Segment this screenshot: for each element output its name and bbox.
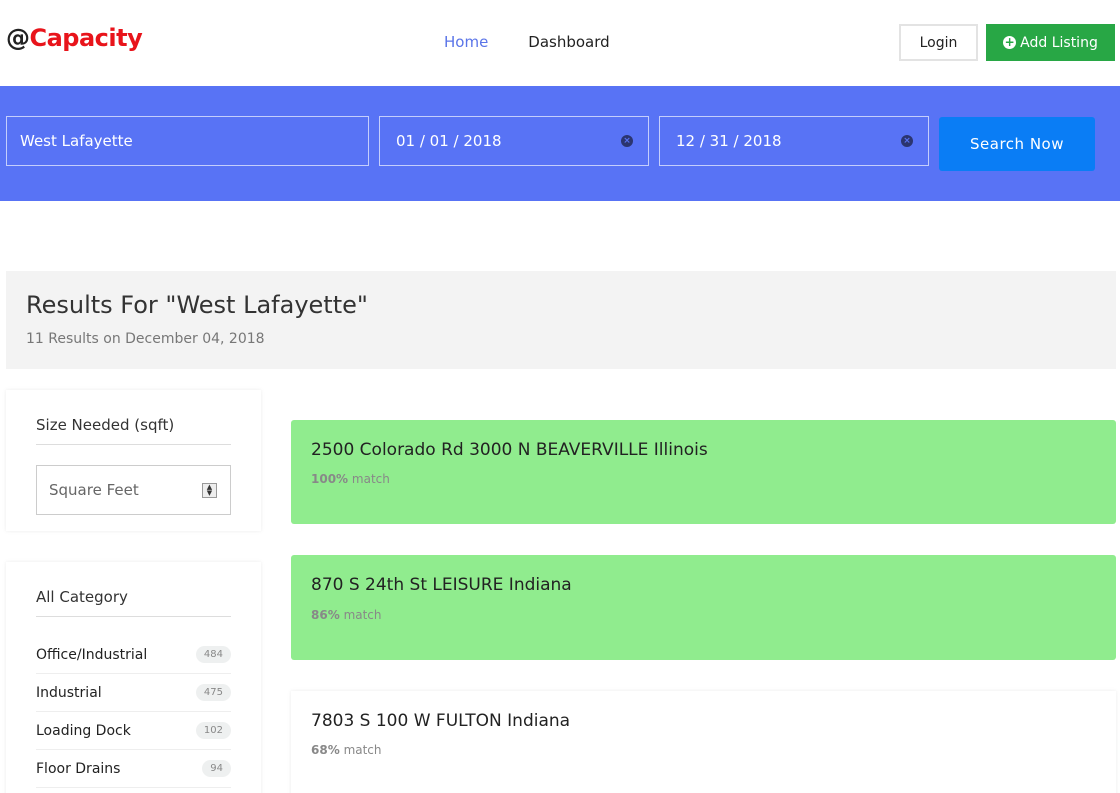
- size-filter-card: Size Needed (sqft) Square Feet ▲ ▼: [6, 390, 261, 531]
- search-now-button[interactable]: Search Now: [939, 117, 1095, 171]
- nav-home-link[interactable]: Home: [444, 33, 488, 51]
- end-date-input[interactable]: 12 / 31 / 2018 ×: [659, 116, 929, 166]
- location-input[interactable]: West Lafayette: [6, 116, 369, 166]
- logo[interactable]: @Capacity: [6, 24, 143, 52]
- search-bar: West Lafayette 01 / 01 / 2018 × 12 / 31 …: [0, 86, 1120, 201]
- square-feet-input[interactable]: Square Feet ▲ ▼: [36, 465, 231, 515]
- results-title: Results For "West Lafayette": [26, 291, 368, 319]
- category-label: Loading Dock: [36, 722, 131, 739]
- category-count-badge: 475: [195, 684, 231, 701]
- category-item-office-industrial[interactable]: Office/Industrial 484: [36, 636, 231, 674]
- match-word: match: [351, 472, 390, 486]
- listing-address: 2500 Colorado Rd 3000 N BEAVERVILLE Illi…: [311, 440, 708, 460]
- category-count-badge: 102: [195, 722, 231, 739]
- listing-match: 68% match: [311, 743, 382, 757]
- match-percent: 86%: [311, 608, 340, 622]
- match-word: match: [343, 608, 382, 622]
- listing-match: 86% match: [311, 608, 382, 622]
- results-header: Results For "West Lafayette" 11 Results …: [6, 271, 1116, 369]
- results-count: 11 Results on December 04, 2018: [26, 331, 265, 347]
- logo-brand: Capacity: [29, 24, 143, 52]
- category-filter-title: All Category: [36, 588, 128, 606]
- clear-start-date-icon[interactable]: ×: [621, 135, 633, 147]
- category-label: Floor Drains: [36, 760, 121, 777]
- listing-card[interactable]: 2500 Colorado Rd 3000 N BEAVERVILLE Illi…: [291, 420, 1116, 524]
- logo-at: @: [6, 24, 30, 52]
- square-feet-placeholder: Square Feet: [49, 481, 139, 499]
- listing-card[interactable]: 7803 S 100 W FULTON Indiana 68% match: [291, 691, 1116, 793]
- main-nav: Home Dashboard: [444, 33, 610, 51]
- end-date-value: 12 / 31 / 2018: [676, 132, 782, 150]
- add-listing-label: Add Listing: [1020, 34, 1098, 51]
- size-filter-title: Size Needed (sqft): [36, 416, 175, 434]
- category-count-badge: 94: [202, 760, 231, 777]
- category-label: Office/Industrial: [36, 646, 148, 663]
- category-count-badge: 484: [195, 646, 231, 663]
- listing-match: 100% match: [311, 472, 390, 486]
- listing-address: 7803 S 100 W FULTON Indiana: [311, 711, 571, 731]
- match-percent: 100%: [311, 472, 349, 486]
- clear-end-date-icon[interactable]: ×: [901, 135, 913, 147]
- login-button[interactable]: Login: [899, 24, 978, 61]
- divider: [36, 444, 231, 445]
- category-item-loading-dock[interactable]: Loading Dock 102: [36, 712, 231, 750]
- nav-dashboard-link[interactable]: Dashboard: [528, 33, 609, 51]
- category-item-floor-drains[interactable]: Floor Drains 94: [36, 750, 231, 788]
- top-header: @Capacity Home Dashboard Login + Add Lis…: [0, 0, 1120, 86]
- category-item-industrial[interactable]: Industrial 475: [36, 674, 231, 712]
- plus-circle-icon: +: [1003, 35, 1017, 49]
- number-stepper-icon[interactable]: ▲ ▼: [202, 483, 217, 498]
- category-filter-card: All Category Office/Industrial 484 Indus…: [6, 562, 261, 793]
- start-date-input[interactable]: 01 / 01 / 2018 ×: [379, 116, 649, 166]
- start-date-value: 01 / 01 / 2018: [396, 132, 502, 150]
- listing-address: 870 S 24th St LEISURE Indiana: [311, 575, 572, 595]
- listing-card[interactable]: 870 S 24th St LEISURE Indiana 86% match: [291, 555, 1116, 660]
- match-percent: 68%: [311, 743, 340, 757]
- match-word: match: [343, 743, 382, 757]
- location-value: West Lafayette: [20, 132, 133, 150]
- divider: [36, 616, 231, 617]
- add-listing-button[interactable]: + Add Listing: [986, 24, 1115, 61]
- category-label: Industrial: [36, 684, 102, 701]
